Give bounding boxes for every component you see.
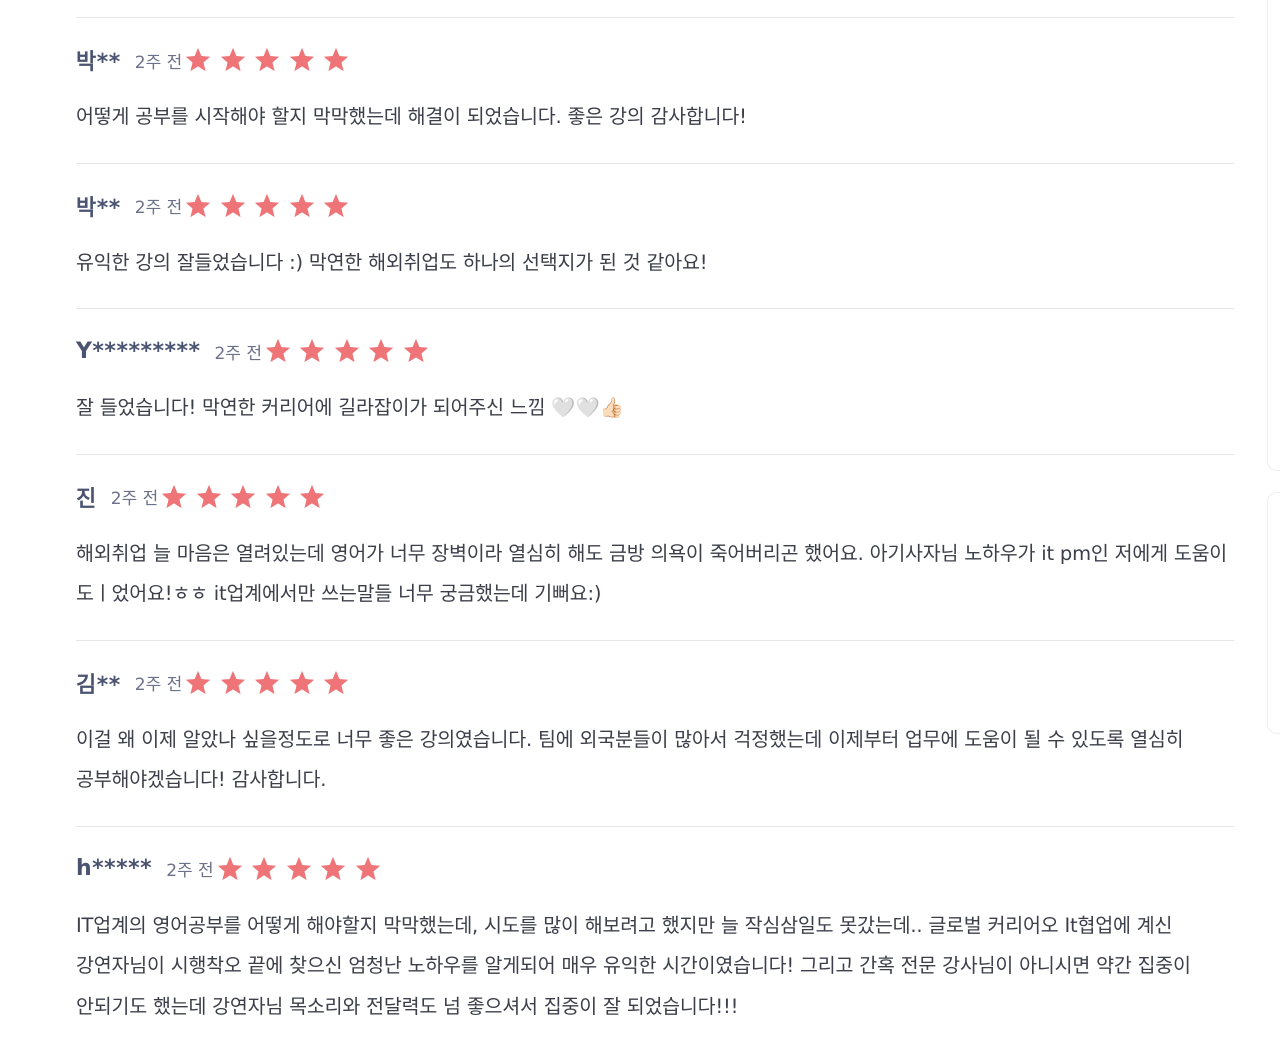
star-rating	[184, 46, 357, 74]
star-icon	[186, 670, 211, 694]
star-icon	[321, 856, 346, 880]
star-icon	[217, 856, 242, 880]
star-icon	[403, 338, 429, 363]
star-icon	[265, 338, 291, 363]
star-icon	[289, 47, 314, 72]
review-item: 박** 2주 전 유익한 강의 잘들었습니다 :) 막연한 해외취업도 하나의 …	[76, 162, 1234, 309]
star-icon	[355, 856, 380, 880]
star-icon	[324, 193, 349, 217]
review-time: 2주 전	[214, 343, 262, 364]
star-icon	[300, 338, 325, 363]
star-icon	[162, 484, 187, 508]
star-icon	[369, 338, 394, 363]
star-icon	[196, 484, 221, 508]
review-text: 해외취업 늘 마음은 열려있는데 영어가 너무 장벽이라 열심히 해도 금방 의…	[76, 541, 1228, 606]
review-header: 진 2주 전	[76, 482, 1234, 512]
star-icon	[324, 670, 349, 694]
star-icon	[255, 670, 280, 694]
star-icon	[231, 484, 256, 508]
review-time: 2주 전	[166, 861, 214, 881]
review-text: 유익한 강의 잘들었습니다 :) 막연한 해외취업도 하나의 선택지가 된 것 …	[76, 250, 708, 274]
review-header: Y********* 2주 전	[76, 336, 1234, 366]
review-author: 김**	[76, 672, 121, 698]
star-rating	[216, 855, 389, 883]
star-icon	[334, 338, 360, 363]
star-icon	[220, 193, 245, 217]
review-list: 박** 2주 전 어떻게 공부를 시작해야 할지 막막했는데 해결이 되었습니다…	[76, 17, 1234, 1040]
review-header: h***** 2주 전	[76, 854, 1234, 884]
star-icon	[186, 47, 211, 72]
scrollbar-thumb[interactable]	[1267, 492, 1280, 734]
review-time: 2주 전	[134, 52, 183, 73]
review-time: 2주 전	[134, 675, 183, 695]
star-icon	[289, 670, 314, 694]
star-icon	[265, 484, 290, 508]
review-author: 진	[76, 486, 97, 512]
review-item: 박** 2주 전 어떻게 공부를 시작해야 할지 막막했는데 해결이 되었습니다…	[76, 17, 1234, 163]
review-text: IT업계의 영어공부를 어떻게 해야할지 막막했는데, 시도를 많이 해보려고 …	[76, 913, 1191, 1018]
review-author: Y*********	[76, 338, 201, 364]
star-icon	[286, 856, 311, 880]
star-rating	[184, 669, 357, 697]
review-header: 박** 2주 전	[76, 45, 1234, 75]
star-icon	[186, 193, 211, 217]
star-icon	[255, 193, 280, 217]
review-text: 이걸 왜 이제 알았나 싶을정도로 너무 좋은 강의였습니다. 팀에 외국분들이…	[76, 727, 1184, 792]
star-rating	[184, 192, 357, 220]
review-item: 김** 2주 전 이걸 왜 이제 알았나 싶을정도로 너무 좋은 강의였습니다.…	[76, 639, 1234, 826]
star-icon	[300, 484, 325, 508]
review-author: 박**	[76, 195, 121, 221]
scrollbar-track-top[interactable]	[1267, 0, 1280, 471]
review-author: h*****	[76, 856, 153, 881]
star-icon	[220, 670, 245, 694]
review-time: 2주 전	[134, 198, 183, 218]
review-header: 김** 2주 전	[76, 668, 1234, 698]
star-icon	[220, 47, 245, 72]
star-icon	[289, 193, 314, 217]
star-rating	[264, 337, 437, 365]
review-item: h***** 2주 전 IT업계의 영어공부를 어떻게 해야할지 막막했는데, …	[76, 825, 1234, 1040]
review-text: 잘 들었습니다! 막연한 커리어에 길라잡이가 되어주신 느낌 🤍🤍👍🏻	[76, 396, 624, 419]
review-author: 박**	[76, 50, 121, 75]
review-page: 박** 2주 전 어떻게 공부를 시작해야 할지 막막했는데 해결이 되었습니다…	[0, 0, 1280, 1040]
review-item: 진 2주 전 해외취업 늘 마음은 열려있는데 영어가 너무 장벽이라 열심히 …	[76, 453, 1234, 640]
review-text: 어떻게 공부를 시작해야 할지 막막했는데 해결이 되었습니다. 좋은 강의 감…	[76, 105, 747, 128]
review-item: Y********* 2주 전 잘 들었습니다! 막연한 커리어에 길라잡이가 …	[76, 308, 1234, 454]
star-icon	[324, 47, 349, 72]
review-header: 박** 2주 전	[76, 191, 1234, 221]
star-rating	[160, 483, 333, 511]
star-icon	[255, 47, 280, 72]
review-time: 2주 전	[110, 489, 159, 509]
star-icon	[252, 856, 277, 880]
